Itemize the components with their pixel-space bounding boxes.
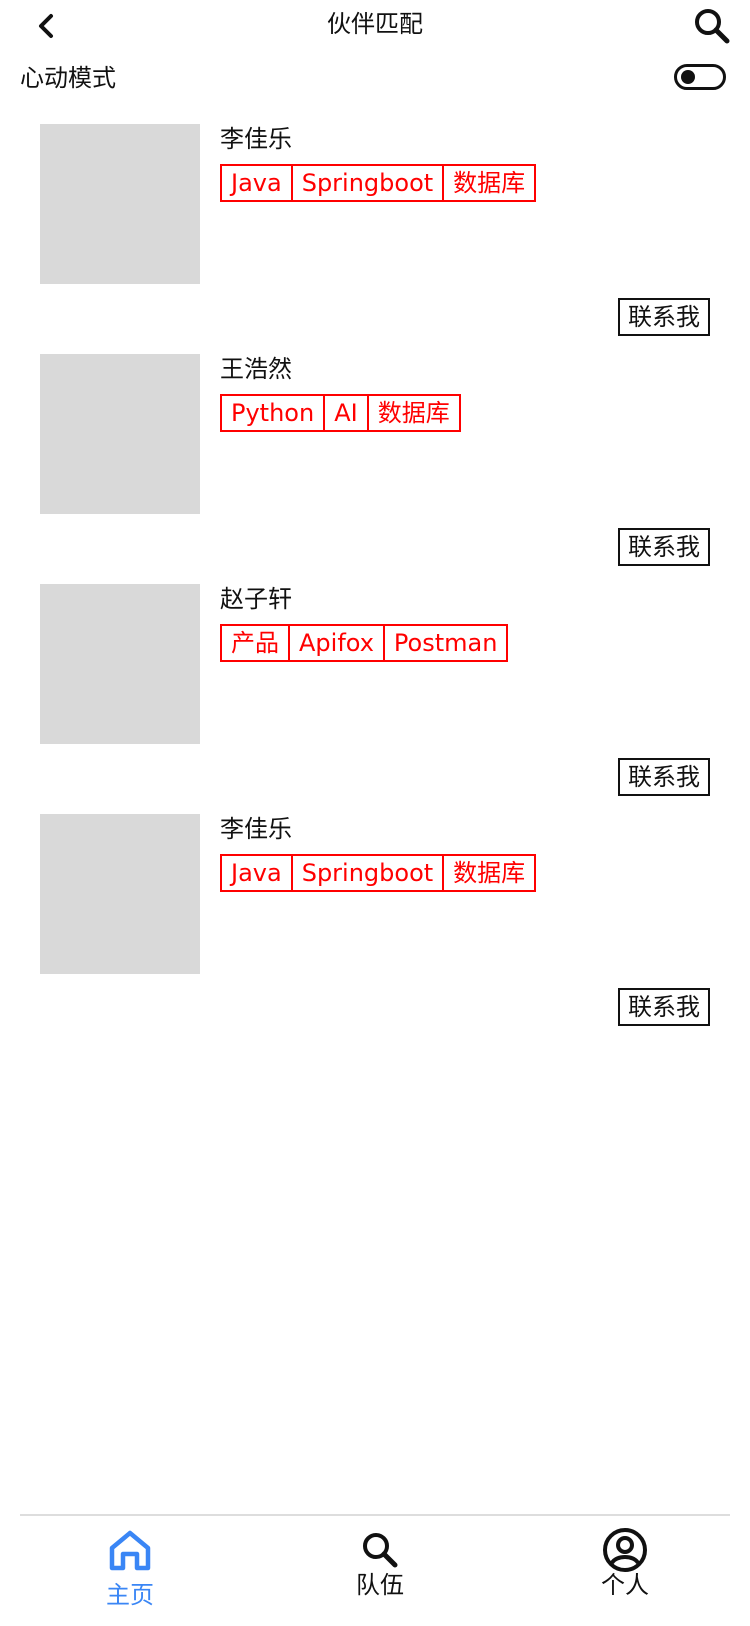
contact-me-button[interactable]: 联系我 xyxy=(618,758,710,796)
tag-list: Python AI 数据库 xyxy=(220,394,461,432)
tag-list: Java Springboot 数据库 xyxy=(220,164,537,202)
tag-list: 产品 Apifox Postman xyxy=(220,624,509,662)
user-name: 李佳乐 xyxy=(220,815,292,843)
avatar[interactable] xyxy=(40,354,200,514)
avatar[interactable] xyxy=(40,814,200,974)
nav-label-team: 队伍 xyxy=(356,1571,404,1599)
tag: AI xyxy=(323,394,369,432)
heart-mode-row: 心动模式 xyxy=(0,58,750,98)
header: 伙伴匹配 xyxy=(0,0,750,52)
tag: Java xyxy=(220,164,293,202)
contact-me-button[interactable]: 联系我 xyxy=(618,988,710,1026)
user-card: 赵子轩 产品 Apifox Postman 联系我 xyxy=(0,584,750,814)
nav-item-me[interactable]: 个人 xyxy=(565,1524,685,1620)
toggle-knob xyxy=(681,70,695,84)
nav-label-me: 个人 xyxy=(601,1571,649,1599)
tag: 数据库 xyxy=(442,854,537,892)
nav-item-home[interactable]: 主页 xyxy=(70,1524,190,1620)
avatar[interactable] xyxy=(40,584,200,744)
tag: Apifox xyxy=(288,624,385,662)
tag: Postman xyxy=(382,624,509,662)
search-button[interactable] xyxy=(688,2,736,50)
tag: Springboot xyxy=(290,164,445,202)
user-name: 王浩然 xyxy=(220,355,292,383)
user-card: 王浩然 Python AI 数据库 联系我 xyxy=(0,354,750,584)
tag: 数据库 xyxy=(442,164,537,202)
home-icon xyxy=(104,1524,156,1576)
user-name: 赵子轩 xyxy=(220,585,292,613)
search-icon xyxy=(695,9,730,44)
nav-label-home: 主页 xyxy=(106,1581,154,1609)
tag: 产品 xyxy=(220,624,290,662)
tag: Java xyxy=(220,854,293,892)
contact-me-button[interactable]: 联系我 xyxy=(618,298,710,336)
user-card: 李佳乐 Java Springboot 数据库 联系我 xyxy=(0,814,750,1044)
user-name: 李佳乐 xyxy=(220,125,292,153)
tag: 数据库 xyxy=(366,394,461,432)
avatar[interactable] xyxy=(40,124,200,284)
user-icon xyxy=(599,1524,651,1576)
user-card: 李佳乐 Java Springboot 数据库 联系我 xyxy=(0,124,750,354)
search-icon xyxy=(354,1524,406,1576)
bottom-nav: 主页 队伍 个人 xyxy=(20,1514,730,1626)
heart-mode-label: 心动模式 xyxy=(20,64,116,92)
nav-item-team[interactable]: 队伍 xyxy=(320,1524,440,1620)
page-title: 伙伴匹配 xyxy=(327,10,423,38)
heart-mode-toggle[interactable] xyxy=(674,64,726,90)
tag: Springboot xyxy=(290,854,445,892)
tag: Python xyxy=(220,394,326,432)
contact-me-button[interactable]: 联系我 xyxy=(618,528,710,566)
user-list: 李佳乐 Java Springboot 数据库 联系我 王浩然 Python A… xyxy=(0,124,750,1044)
tag-list: Java Springboot 数据库 xyxy=(220,854,537,892)
